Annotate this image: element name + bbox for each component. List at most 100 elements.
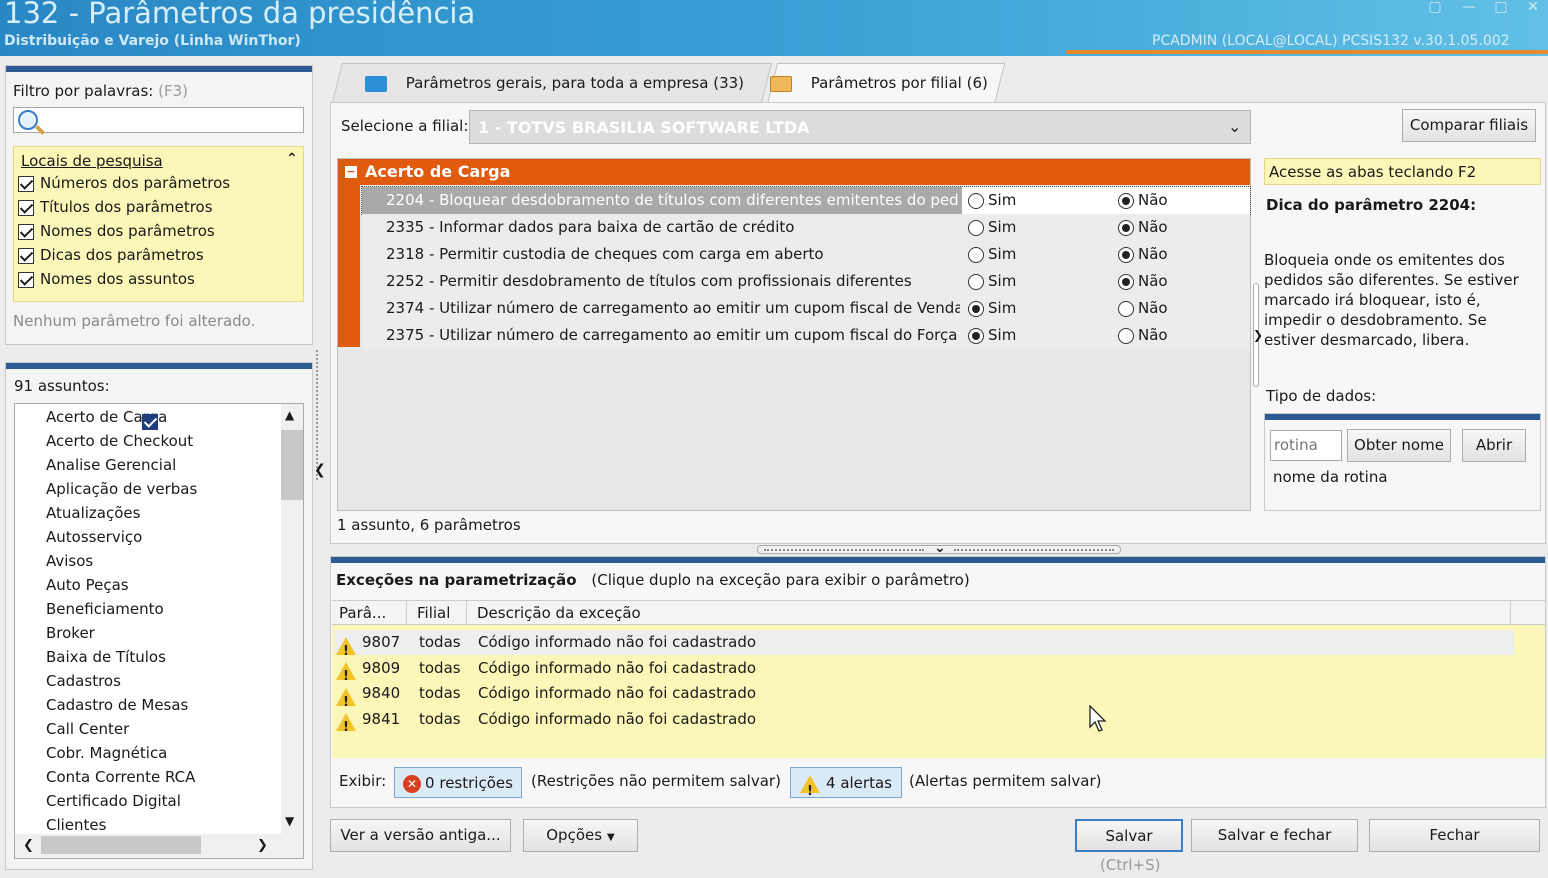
- subject-item[interactable]: Cobr. Magnética: [46, 741, 167, 765]
- radio-button[interactable]: [968, 300, 984, 317]
- parameter-row[interactable]: 2204 - Bloquear desdobramento de títulos…: [361, 186, 1251, 215]
- radio-button[interactable]: [1118, 192, 1134, 209]
- minimize-button[interactable]: —: [1456, 0, 1482, 16]
- checkbox[interactable]: [18, 247, 34, 264]
- checkbox[interactable]: [18, 223, 34, 240]
- radio-button[interactable]: [968, 273, 984, 290]
- subjects-list[interactable]: Acerto de Carga Acerto de Checkout Analise…: [14, 403, 304, 859]
- radio-button[interactable]: [968, 327, 984, 344]
- subject-item[interactable]: Conta Corrente RCA: [46, 765, 195, 789]
- scroll-up-icon[interactable]: ▲: [285, 408, 294, 422]
- parameter-row[interactable]: 2375 - Utilizar número de carregamento a…: [362, 322, 1250, 349]
- radio-sim[interactable]: Sim: [968, 295, 1016, 321]
- radio-sim[interactable]: Sim: [968, 322, 1016, 348]
- scroll-thumb[interactable]: [281, 430, 303, 500]
- tab-filial[interactable]: Parâmetros por filial (6): [770, 74, 988, 92]
- parameter-row[interactable]: 2318 - Permitir custodia de cheques com …: [362, 241, 1250, 268]
- radio-nao[interactable]: Não: [1118, 268, 1168, 294]
- save-button[interactable]: Salvar: [1075, 819, 1183, 852]
- col-filial[interactable]: Filial: [417, 604, 450, 622]
- close-button[interactable]: Fechar: [1369, 819, 1540, 852]
- search-option-2[interactable]: Nomes dos parâmetros: [18, 222, 215, 240]
- radio-button[interactable]: [1118, 219, 1134, 236]
- collapse-chevron-icon[interactable]: ⌃: [286, 151, 298, 167]
- expand-right-icon[interactable]: ❯: [1253, 328, 1263, 342]
- exception-row[interactable]: 9840 todas Código informado não foi cadast…: [334, 681, 1514, 715]
- col-desc[interactable]: Descrição da exceção: [477, 604, 641, 622]
- collapse-left-icon[interactable]: ❮: [314, 462, 326, 478]
- exception-row[interactable]: 9809 todas Código informado não foi cadast…: [334, 656, 1514, 689]
- radio-nao[interactable]: Não: [1118, 322, 1168, 348]
- radio-sim[interactable]: Sim: [968, 187, 1017, 213]
- search-option-1[interactable]: Títulos dos parâmetros: [18, 198, 213, 216]
- scroll-down-icon[interactable]: ▼: [285, 814, 294, 828]
- search-input[interactable]: [13, 107, 304, 135]
- horizontal-scrollbar[interactable]: ❮ ❯: [15, 834, 303, 858]
- collapse-group-icon[interactable]: −: [345, 166, 357, 178]
- exception-row[interactable]: 9807 todas Código informado não foi cadast…: [334, 630, 1514, 664]
- subject-item[interactable]: Aplicação de verbas: [46, 477, 197, 501]
- subject-item[interactable]: Acerto de Checkout: [46, 429, 193, 453]
- obter-nome-button[interactable]: Obter nome: [1347, 429, 1451, 462]
- vertical-splitter[interactable]: [316, 350, 324, 480]
- subject-item[interactable]: Auto Peças: [46, 573, 129, 597]
- parameter-row[interactable]: 2374 - Utilizar número de carregamento a…: [362, 295, 1250, 322]
- parameter-row[interactable]: 2252 - Permitir desdobramento de títulos…: [362, 268, 1250, 295]
- scroll-right-icon[interactable]: ❯: [257, 838, 268, 853]
- scroll-left-icon[interactable]: ❮: [23, 838, 34, 853]
- radio-button[interactable]: [968, 192, 984, 209]
- close-window-button[interactable]: ✕: [1520, 0, 1546, 16]
- exceptions-table[interactable]: Parâ... Filial Descrição da exceção 9807…: [332, 600, 1545, 758]
- radio-nao[interactable]: Não: [1118, 214, 1168, 240]
- search-option-0[interactable]: Números dos parâmetros: [18, 174, 230, 192]
- search-option-4[interactable]: Nomes dos assuntos: [18, 270, 195, 288]
- subject-item[interactable]: Baixa de Títulos: [46, 645, 166, 669]
- radio-nao[interactable]: Não: [1118, 187, 1168, 213]
- subject-item[interactable]: Broker: [46, 621, 95, 645]
- exception-row[interactable]: 9841 todas Código informado não foi cadast…: [334, 707, 1514, 740]
- horizontal-splitter[interactable]: ⌄: [757, 540, 1121, 556]
- checkbox[interactable]: [18, 271, 34, 288]
- radio-button[interactable]: [1118, 300, 1134, 317]
- maximize-button[interactable]: □: [1488, 0, 1514, 16]
- radio-button[interactable]: [1118, 246, 1134, 263]
- subject-item[interactable]: Cadastros: [46, 669, 121, 693]
- subject-item[interactable]: Call Center: [46, 717, 129, 741]
- compare-filiais-button[interactable]: Comparar filiais: [1402, 109, 1536, 142]
- subject-item[interactable]: Analise Gerencial: [46, 453, 176, 477]
- search-option-3[interactable]: Dicas dos parâmetros: [18, 246, 204, 264]
- radio-nao[interactable]: Não: [1118, 295, 1168, 321]
- alertas-button[interactable]: 4 alertas: [790, 767, 902, 798]
- subject-item[interactable]: Avisos: [46, 549, 93, 573]
- radio-nao[interactable]: Não: [1118, 241, 1168, 267]
- options-button[interactable]: Opções ▼: [523, 819, 638, 852]
- radio-sim[interactable]: Sim: [968, 241, 1016, 267]
- restore-icon[interactable]: ▢: [1422, 0, 1448, 16]
- vertical-scrollbar[interactable]: ▲ ▼: [281, 404, 303, 834]
- radio-button[interactable]: [968, 219, 984, 236]
- rotina-input[interactable]: [1270, 430, 1342, 461]
- subject-item[interactable]: Atualizações: [46, 501, 140, 525]
- radio-button[interactable]: [1118, 273, 1134, 290]
- subject-item[interactable]: Cadastro de Mesas: [46, 693, 188, 717]
- radio-button[interactable]: [1118, 327, 1134, 344]
- checkbox[interactable]: [18, 175, 34, 192]
- abrir-button[interactable]: Abrir: [1462, 429, 1526, 462]
- group-header[interactable]: − Acerto de Carga: [338, 159, 1250, 185]
- subject-item[interactable]: Acerto de Carga: [46, 405, 189, 430]
- rotina-input-field[interactable]: [1274, 431, 1340, 458]
- subject-item[interactable]: Autosserviço: [46, 525, 142, 549]
- filial-select[interactable]: 1 - TOTVS BRASILIA SOFTWARE LTDA ⌄: [469, 110, 1251, 144]
- checkbox[interactable]: [18, 199, 34, 216]
- save-close-button[interactable]: Salvar e fechar: [1191, 819, 1358, 852]
- restricoes-button[interactable]: ✕ 0 restrições: [394, 767, 522, 798]
- subject-item[interactable]: Beneficiamento: [46, 597, 164, 621]
- collapse-down-icon[interactable]: ⌄: [934, 540, 946, 556]
- col-param[interactable]: Parâ...: [339, 604, 386, 622]
- subject-item[interactable]: Certificado Digital: [46, 789, 181, 813]
- old-version-button[interactable]: Ver a versão antiga...: [330, 819, 511, 852]
- hscroll-thumb[interactable]: [41, 836, 201, 854]
- tab-general[interactable]: Parâmetros gerais, para toda a empresa (…: [365, 74, 744, 92]
- radio-sim[interactable]: Sim: [968, 214, 1016, 240]
- radio-button[interactable]: [968, 246, 984, 263]
